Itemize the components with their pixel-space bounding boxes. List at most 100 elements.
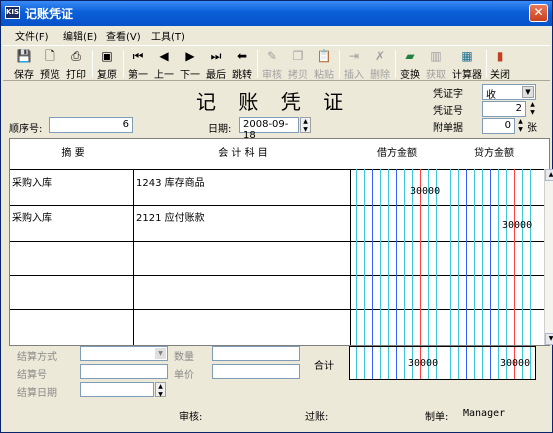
transform-button[interactable]: ▰ 变换 [399, 47, 421, 81]
ledger-line [466, 347, 467, 379]
row-2-summary[interactable]: 采购入库 [12, 209, 52, 224]
audit-button[interactable]: ✎ 审核 [261, 47, 283, 81]
post-status-label: 过账: [305, 412, 329, 423]
toolbar-separator [486, 50, 487, 78]
ledger-line [388, 347, 389, 379]
settle-method-select[interactable]: ▼ [80, 346, 168, 361]
menu-file[interactable]: 文件(F) [15, 28, 49, 43]
insert-button[interactable]: ⇥ 插入 [343, 47, 365, 81]
toolbar-separator [339, 50, 340, 78]
save-button[interactable]: 💾 保存 [13, 47, 35, 81]
print-button[interactable]: ⎙ 打印 [65, 47, 87, 81]
ledger-line [498, 347, 499, 379]
toolbar-separator [123, 50, 124, 78]
menu-view[interactable]: 查看(V) [106, 28, 141, 43]
ledger-line [404, 169, 405, 345]
attach-count-input[interactable]: 0 [482, 118, 515, 134]
ledger-line [364, 169, 365, 345]
fetch-icon: ▥ [430, 49, 442, 63]
ledger-line [490, 347, 491, 379]
price-input[interactable] [212, 364, 300, 379]
menu-edit[interactable]: 编辑(E) [63, 28, 97, 43]
header-divider [10, 169, 544, 170]
title-bar[interactable]: KIS 记账凭证 ✕ [1, 1, 552, 26]
row-1-summary[interactable]: 采购入库 [12, 174, 52, 189]
row-divider [10, 275, 544, 276]
seq-label: 顺序号: [9, 124, 43, 135]
ledger-line [396, 169, 397, 345]
delete-icon: ✗ [374, 49, 386, 63]
header-credit: 贷方金额 [474, 148, 514, 159]
preview-icon: 🗋 [45, 49, 55, 63]
price-label: 单价 [174, 370, 194, 381]
voucher-word-label: 凭证字 [433, 89, 463, 100]
row-divider [10, 241, 544, 242]
calculator-button[interactable]: ▦ 计算器 [450, 47, 484, 81]
settle-number-input[interactable] [80, 364, 168, 379]
copy-button[interactable]: ❐ 拷贝 [287, 47, 309, 81]
row-1-account[interactable]: 1243 库存商品 [136, 174, 205, 189]
row-1-debit[interactable]: 30000 [410, 186, 440, 197]
next-button[interactable]: ▶ 下一 [179, 47, 201, 81]
ledger-line [380, 169, 381, 345]
chevron-down-icon[interactable]: ▼ [522, 86, 534, 98]
ledger-line [482, 347, 483, 379]
paste-button[interactable]: 📋 粘贴 [313, 47, 335, 81]
ledger-line [396, 347, 397, 379]
ledger-line [356, 347, 357, 379]
date-input[interactable]: 2008-09-18 [239, 117, 299, 141]
header-summary: 摘 要 [61, 148, 85, 159]
ledger-line [482, 169, 483, 345]
ledger-line [474, 347, 475, 379]
maker-status-label: 制单: [425, 412, 449, 423]
ledger-line [388, 169, 389, 345]
settle-number-label: 结算号 [17, 370, 47, 381]
header-debit: 借方金额 [377, 148, 417, 159]
ledger-line [474, 169, 475, 345]
delete-button[interactable]: ✗ 删除 [369, 47, 391, 81]
qty-input[interactable] [212, 346, 300, 361]
ledger-line [530, 347, 531, 379]
scroll-down-icon[interactable]: ▼ [545, 333, 553, 345]
attach-spinner[interactable]: ▲ ▼ [515, 118, 526, 134]
ledger-line [372, 347, 373, 379]
attach-unit: 张 [527, 123, 537, 134]
jump-button[interactable]: ⬅ 跳转 [231, 47, 253, 81]
scroll-up-icon[interactable]: ▲ [545, 169, 553, 181]
last-icon: ⏭ [210, 49, 222, 63]
row-divider [10, 309, 544, 310]
first-button[interactable]: ⏮ 第一 [127, 47, 149, 81]
row-2-account[interactable]: 2121 应付账款 [136, 209, 205, 224]
grid-scrollbar[interactable]: ▲ ▼ [544, 169, 553, 345]
row-2-credit[interactable]: 30000 [502, 220, 532, 231]
first-icon: ⏮ [132, 49, 144, 63]
settle-date-label: 结算日期 [17, 388, 57, 399]
date-spinner[interactable]: ▲ ▼ [300, 117, 311, 133]
ledger-line [506, 169, 507, 345]
voucher-no-spinner[interactable]: ▲ ▼ [527, 101, 538, 117]
toolbar-separator [257, 50, 258, 78]
voucher-no-input[interactable]: 2 [482, 101, 526, 117]
jump-icon: ⬅ [236, 49, 248, 63]
audit-status-label: 审核: [179, 412, 203, 423]
chevron-down-icon[interactable]: ▼ [155, 348, 166, 359]
maker-status-value: Manager [463, 408, 506, 419]
ledger-line [490, 169, 491, 345]
close-button[interactable]: ▮ 关闭 [489, 47, 511, 81]
seq-input[interactable]: 6 [49, 117, 133, 133]
last-button[interactable]: ⏭ 最后 [205, 47, 227, 81]
menu-tools[interactable]: 工具(T) [151, 28, 185, 43]
qty-label: 数量 [174, 352, 194, 363]
close-window-button[interactable]: ✕ [529, 4, 548, 22]
settle-date-input[interactable] [80, 382, 154, 397]
ledger-line [404, 347, 405, 379]
fetch-button[interactable]: ▥ 获取 [425, 47, 447, 81]
settle-date-spinner[interactable]: ▲ ▼ [155, 382, 166, 398]
prev-button[interactable]: ◀ 上一 [153, 47, 175, 81]
ledger-line [522, 169, 523, 345]
voucher-word-select[interactable]: 收 ▼ [482, 84, 536, 101]
preview-button[interactable]: 🗋 预览 [39, 47, 61, 81]
ledger-line [450, 347, 451, 379]
restore-button[interactable]: ▣ 复原 [96, 47, 118, 81]
printer-icon: ⎙ [71, 49, 81, 63]
